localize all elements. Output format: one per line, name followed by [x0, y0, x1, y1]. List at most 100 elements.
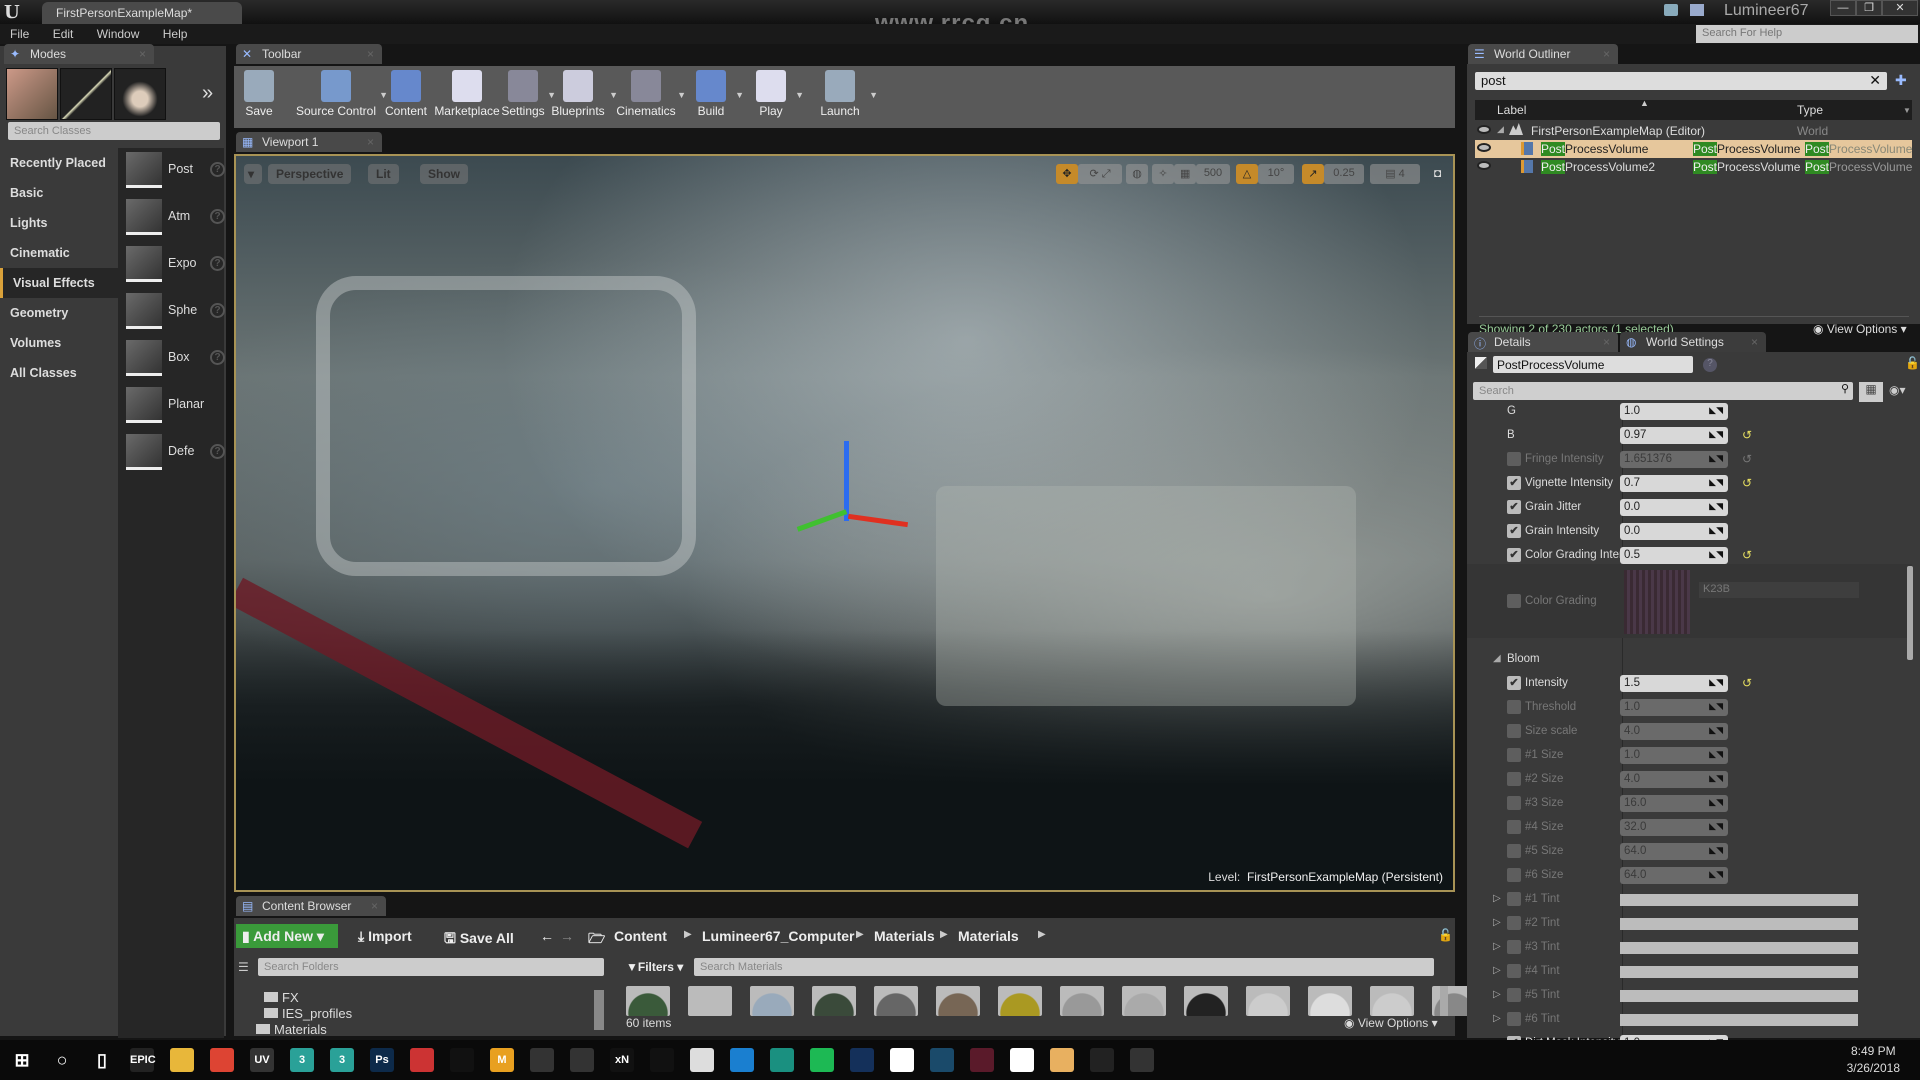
play-button[interactable]: Play ▼ — [748, 68, 804, 126]
close-icon[interactable]: × — [367, 47, 374, 61]
override-checkbox[interactable] — [1507, 594, 1521, 608]
outliner-row[interactable]: PostProcessVolume2 PostProcessVolume PostP… — [1475, 158, 1912, 176]
camera-speed-button[interactable]: ▤ 4 — [1370, 164, 1420, 184]
restore-button[interactable]: ❐ — [1856, 0, 1882, 16]
help-icon[interactable]: ? — [210, 162, 225, 177]
drag-arrows-icon[interactable]: ◣◥ — [1709, 677, 1723, 688]
menu-help[interactable]: Help — [153, 24, 198, 44]
drag-arrows-icon[interactable]: ◣◥ — [1709, 477, 1723, 488]
paint-mode-button[interactable] — [60, 68, 112, 120]
folder-fx[interactable]: FX — [264, 990, 299, 1005]
steam-icon[interactable] — [850, 1048, 874, 1072]
material-thumbnail[interactable] — [750, 986, 794, 1016]
close-icon[interactable]: × — [1751, 335, 1758, 349]
override-checkbox[interactable] — [1507, 772, 1521, 786]
override-checkbox[interactable] — [1507, 748, 1521, 762]
cinematics-button[interactable]: Cinematics ▼ — [616, 68, 686, 126]
class-item[interactable]: Atm? — [126, 199, 226, 239]
reset-to-default-icon[interactable]: ↺ — [1742, 428, 1752, 442]
add-new-button[interactable]: ▮ Add New ▾ — [236, 924, 338, 948]
app-icon[interactable] — [730, 1048, 754, 1072]
substance-painter-icon[interactable] — [450, 1048, 474, 1072]
property-value-input[interactable]: 1.651376 ◣◥ — [1620, 451, 1728, 468]
category-volumes[interactable]: Volumes — [0, 328, 118, 358]
lit-button[interactable]: Lit — [368, 164, 399, 184]
marmoset-icon[interactable]: M — [490, 1048, 514, 1072]
material-thumbnail[interactable] — [812, 986, 856, 1016]
override-checkbox[interactable] — [1507, 892, 1521, 906]
details-search-input[interactable]: Search ⚲ — [1473, 382, 1853, 400]
drag-arrows-icon[interactable]: ◣◥ — [1709, 725, 1723, 736]
app-icon[interactable] — [770, 1048, 794, 1072]
material-thumbnail[interactable] — [1246, 986, 1290, 1016]
close-icon[interactable]: × — [1603, 47, 1610, 61]
help-icon[interactable]: ? — [210, 209, 225, 224]
property-value-input[interactable]: 0.5 ◣◥ — [1620, 547, 1728, 564]
learn-icon[interactable] — [1690, 4, 1704, 16]
drag-arrows-icon[interactable]: ◣◥ — [1709, 845, 1723, 856]
mail-icon[interactable] — [890, 1048, 914, 1072]
category-all-classes[interactable]: All Classes — [0, 358, 118, 388]
help-icon[interactable]: ? — [210, 303, 225, 318]
cortana-icon[interactable]: ○ — [50, 1048, 74, 1072]
outliner-search-input[interactable]: post ✕ — [1475, 72, 1887, 90]
tint-color-swatch[interactable] — [1620, 990, 1858, 1002]
drag-arrows-icon[interactable]: ◣◥ — [1709, 429, 1723, 440]
lut-texture-thumbnail[interactable] — [1624, 570, 1690, 634]
property-value-input[interactable]: 1.0 ◣◥ — [1620, 403, 1728, 420]
3ds-max-icon[interactable]: 3 — [290, 1048, 314, 1072]
breadcrumb-arrow-icon[interactable]: ▶ — [684, 929, 692, 940]
scale-snap-value[interactable]: 0.25 — [1324, 164, 1364, 184]
property-value-input[interactable]: 1.0 ◣◥ — [1620, 699, 1728, 716]
override-checkbox[interactable] — [1507, 452, 1521, 466]
tab-world-outliner[interactable]: ☰ World Outliner × — [1468, 44, 1618, 64]
breadcrumb-item[interactable]: Materials — [958, 928, 1019, 944]
chrome-icon[interactable] — [210, 1048, 234, 1072]
help-icon[interactable]: ? — [210, 256, 225, 271]
drag-arrows-icon[interactable]: ◣◥ — [1709, 821, 1723, 832]
close-button[interactable]: ✕ — [1882, 0, 1918, 16]
object-name-field[interactable]: PostProcessVolume — [1493, 356, 1693, 373]
reset-to-default-icon[interactable]: ↺ — [1742, 476, 1752, 490]
xnormal-icon[interactable]: xN — [610, 1048, 634, 1072]
place-mode-button[interactable] — [6, 68, 58, 120]
property-value-input[interactable]: 4.0 ◣◥ — [1620, 723, 1728, 740]
breadcrumb-item[interactable]: Lumineer67_Computer — [702, 928, 854, 944]
tint-color-swatch[interactable] — [1620, 942, 1858, 954]
tint-color-swatch[interactable] — [1620, 894, 1858, 906]
property-value-input[interactable]: 1.0 ◣◥ — [1620, 747, 1728, 764]
drag-arrows-icon[interactable]: ◣◥ — [1709, 525, 1723, 536]
expand-arrow-icon[interactable]: ▷ — [1493, 989, 1501, 1000]
clear-search-icon[interactable]: ✕ — [1869, 72, 1881, 89]
expand-arrow-icon[interactable]: ▷ — [1493, 1013, 1501, 1024]
rotate-scale-tools[interactable]: ⟳ ⤢ — [1078, 164, 1122, 184]
minimize-button[interactable]: — — [1830, 0, 1856, 16]
lock-icon[interactable]: 🔓 — [1438, 928, 1453, 942]
gizmo-x-axis[interactable] — [847, 513, 909, 528]
lock-icon[interactable]: 🔓 — [1905, 356, 1920, 370]
material-thumbnail[interactable] — [1308, 986, 1352, 1016]
document-tab[interactable]: FirstPersonExampleMap* — [42, 2, 242, 24]
override-checkbox[interactable] — [1507, 916, 1521, 930]
help-icon[interactable]: ? — [210, 350, 225, 365]
rotation-snap-icon[interactable]: △ — [1236, 164, 1258, 184]
tab-world-settings[interactable]: ◍ World Settings × — [1620, 332, 1766, 352]
override-checkbox[interactable] — [1507, 724, 1521, 738]
folder-materials[interactable]: Materials — [256, 1022, 327, 1037]
override-checkbox[interactable] — [1507, 1012, 1521, 1026]
menu-file[interactable]: File — [0, 24, 39, 44]
property-value-input[interactable]: 0.0 ◣◥ — [1620, 523, 1728, 540]
level-viewport[interactable]: ▾ Perspective Lit Show ✥ ⟳ ⤢ ◍ ✧ ▦ 500 △… — [234, 154, 1455, 892]
sort-ascending-icon[interactable]: ▲ — [1640, 98, 1649, 108]
tab-modes[interactable]: ✦ Modes × — [4, 44, 154, 64]
material-thumbnail[interactable] — [1122, 986, 1166, 1016]
category-geometry[interactable]: Geometry — [0, 298, 118, 328]
class-item[interactable]: Expo? — [126, 246, 226, 286]
sources-toggle-icon[interactable]: ☰ — [238, 960, 249, 974]
drag-arrows-icon[interactable]: ◣◥ — [1709, 869, 1723, 880]
save-all-button[interactable]: 🖫 Save All — [438, 924, 520, 948]
breadcrumb-arrow-icon[interactable]: ▶ — [940, 929, 948, 940]
import-button[interactable]: ⤓ Import — [352, 924, 418, 948]
show-button[interactable]: Show — [420, 164, 468, 184]
breadcrumb-item[interactable]: Content — [614, 928, 667, 944]
